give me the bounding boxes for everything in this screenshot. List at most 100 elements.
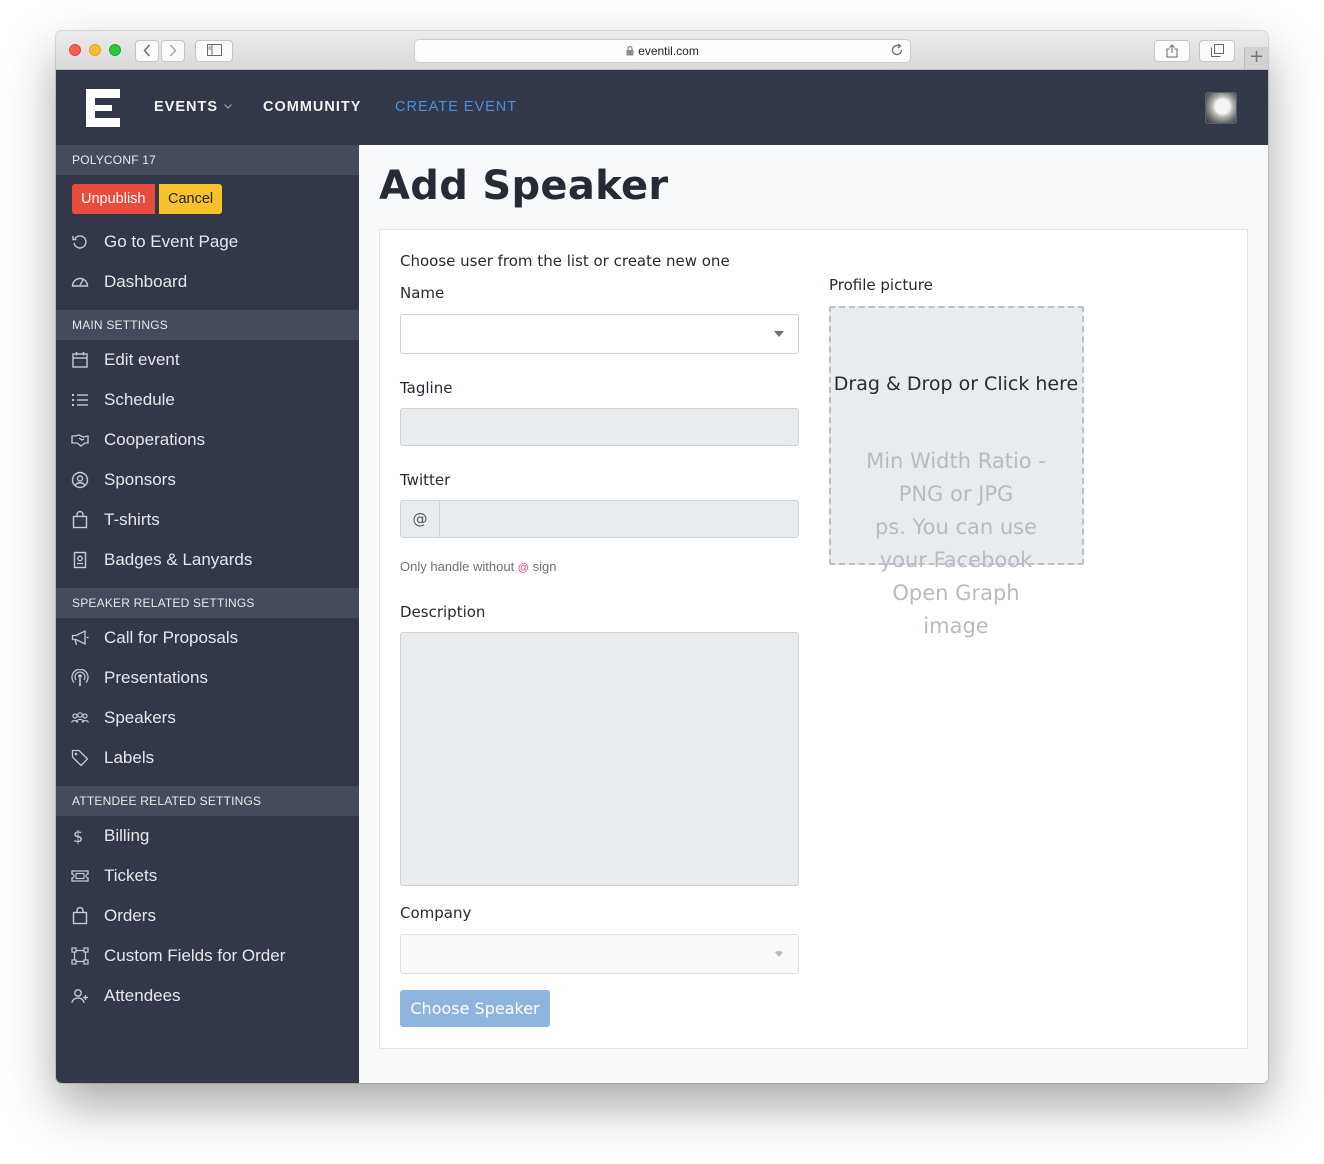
sponsor-icon [71, 471, 89, 489]
sidebar-item-label: Badges & Lanyards [104, 550, 253, 569]
sidebar-item-go-to-event-page[interactable]: Go to Event Page [56, 222, 359, 262]
custom-fields-icon [71, 947, 89, 965]
dashboard-icon [71, 277, 89, 287]
podcast-icon [71, 669, 89, 686]
sidebar-section-heading: SPEAKER RELATED SETTINGS [56, 588, 359, 618]
page-title: Add Speaker [379, 163, 669, 209]
chevron-left-icon [143, 44, 151, 57]
caret-down-icon [774, 331, 784, 337]
dollar-icon: $ [73, 827, 83, 845]
sidebar-item-badges-lanyards[interactable]: Badges & Lanyards [56, 540, 359, 580]
twitter-help-text: Only handle without @ sign [400, 559, 556, 574]
twitter-at-prefix: @ [401, 501, 440, 537]
dropzone-hint-line: Open Graph [892, 581, 1020, 605]
reload-icon[interactable] [890, 43, 904, 57]
cancel-button[interactable]: Cancel [159, 184, 223, 214]
address-bar[interactable]: eventil.com [414, 39, 911, 63]
sidebar-item-label: Dashboard [104, 272, 188, 291]
sidebar-item-cooperations[interactable]: Cooperations [56, 420, 359, 460]
bag-icon [72, 511, 88, 529]
sidebar-item-label: Sponsors [104, 470, 176, 489]
choose-speaker-button[interactable]: Choose Speaker [400, 990, 550, 1027]
sidebar-item-labels[interactable]: Labels [56, 738, 359, 778]
sidebar-item-tickets[interactable]: Tickets [56, 856, 359, 896]
new-tab-button[interactable]: + [1244, 47, 1268, 69]
sidebar-item-label: Go to Event Page [104, 232, 239, 251]
plus-icon: + [1248, 46, 1265, 67]
twitter-input[interactable]: @ [400, 500, 799, 538]
sidebar-toggle-button[interactable] [195, 40, 233, 62]
avatar[interactable] [1205, 92, 1237, 124]
dropzone-hint: Min Width Ratio - PNG or JPG ps. You can… [842, 445, 1070, 643]
sidebar-item-label: Schedule [104, 390, 175, 409]
nav-community[interactable]: COMMUNITY [263, 99, 361, 115]
group-icon [71, 712, 89, 723]
dropzone-hint-line: PNG or JPG [898, 482, 1014, 506]
sidebar-item-t-shirts[interactable]: T-shirts [56, 500, 359, 540]
list-icon [72, 394, 88, 406]
sidebar-section-heading: MAIN SETTINGS [56, 310, 359, 340]
sidebar-item-label: Custom Fields for Order [104, 946, 286, 965]
sidebar-item-presentations[interactable]: Presentations [56, 658, 359, 698]
description-textarea[interactable] [400, 632, 799, 886]
sidebar-item-call-for-proposals[interactable]: Call for Proposals [56, 618, 359, 658]
form-intro: Choose user from the list or create new … [400, 252, 730, 270]
twitter-label: Twitter [400, 471, 451, 489]
sidebar-item-schedule[interactable]: Schedule [56, 380, 359, 420]
sidebar-item-dashboard[interactable]: Dashboard [56, 262, 359, 302]
sidebar-item-label: Tickets [104, 866, 158, 885]
eventil-logo[interactable] [86, 89, 120, 127]
dropzone-hint-line: your Facebook [879, 548, 1033, 572]
dropzone-title: Drag & Drop or Click here [833, 373, 1079, 395]
share-button[interactable] [1154, 40, 1190, 62]
address-text: eventil.com [638, 44, 699, 58]
sidebar-item-label: T-shirts [104, 510, 160, 529]
forward-button[interactable] [161, 40, 185, 62]
svg-text:$: $ [73, 827, 83, 845]
main-content: Add Speaker Choose user from the list or… [359, 145, 1268, 1083]
twitter-help-before: Only handle without [400, 559, 518, 574]
dropzone-hint-line: Min Width Ratio - [866, 449, 1046, 473]
dropzone-hint-line: image [923, 614, 989, 638]
sidebar-item-label: Presentations [104, 668, 208, 687]
minimize-window-button[interactable] [89, 44, 101, 56]
sidebar-item-label: Orders [104, 906, 156, 925]
sidebar-item-billing[interactable]: $ Billing [56, 816, 359, 856]
unpublish-button[interactable]: Unpublish [72, 184, 155, 214]
ticket-icon [71, 870, 89, 882]
tagline-input[interactable] [400, 408, 799, 446]
sidebar-item-label: Speakers [104, 708, 176, 727]
add-user-icon [71, 989, 88, 1004]
back-button[interactable] [135, 40, 159, 62]
chevron-down-icon [224, 104, 232, 109]
sidebar-item-edit-event[interactable]: Edit event [56, 340, 359, 380]
megaphone-icon [71, 629, 89, 646]
tabs-button[interactable] [1199, 40, 1235, 62]
company-label: Company [400, 904, 472, 922]
sidebar-item-speakers[interactable]: Speakers [56, 698, 359, 738]
lock-icon [626, 46, 634, 56]
sidebar-item-sponsors[interactable]: Sponsors [56, 460, 359, 500]
name-label: Name [400, 284, 445, 302]
tagline-label: Tagline [400, 379, 453, 397]
undo-icon [72, 235, 87, 249]
name-select[interactable] [400, 314, 799, 354]
tags-icon [71, 749, 89, 767]
sidebar-item-label: Labels [104, 748, 155, 767]
chevron-right-icon [169, 44, 177, 57]
calendar-icon [72, 352, 88, 368]
nav-events[interactable]: EVENTS [154, 99, 232, 115]
close-window-button[interactable] [69, 44, 81, 56]
sidebar-item-custom-fields-for-order[interactable]: Custom Fields for Order [56, 936, 359, 976]
company-select[interactable] [400, 934, 799, 974]
sidebar-item-label: Edit event [104, 350, 180, 369]
zoom-window-button[interactable] [109, 44, 121, 56]
dropzone-hint-line: ps. You can use [874, 515, 1038, 539]
handshake-icon [71, 434, 89, 447]
sidebar: POLYCONF 17 Unpublish Cancel Go to Event… [56, 145, 359, 1083]
badge-icon [73, 551, 87, 569]
nav-create-event[interactable]: CREATE EVENT [395, 99, 517, 115]
sidebar-item-label: Cooperations [104, 430, 206, 449]
sidebar-item-attendees[interactable]: Attendees [56, 976, 359, 1016]
sidebar-item-orders[interactable]: Orders [56, 896, 359, 936]
